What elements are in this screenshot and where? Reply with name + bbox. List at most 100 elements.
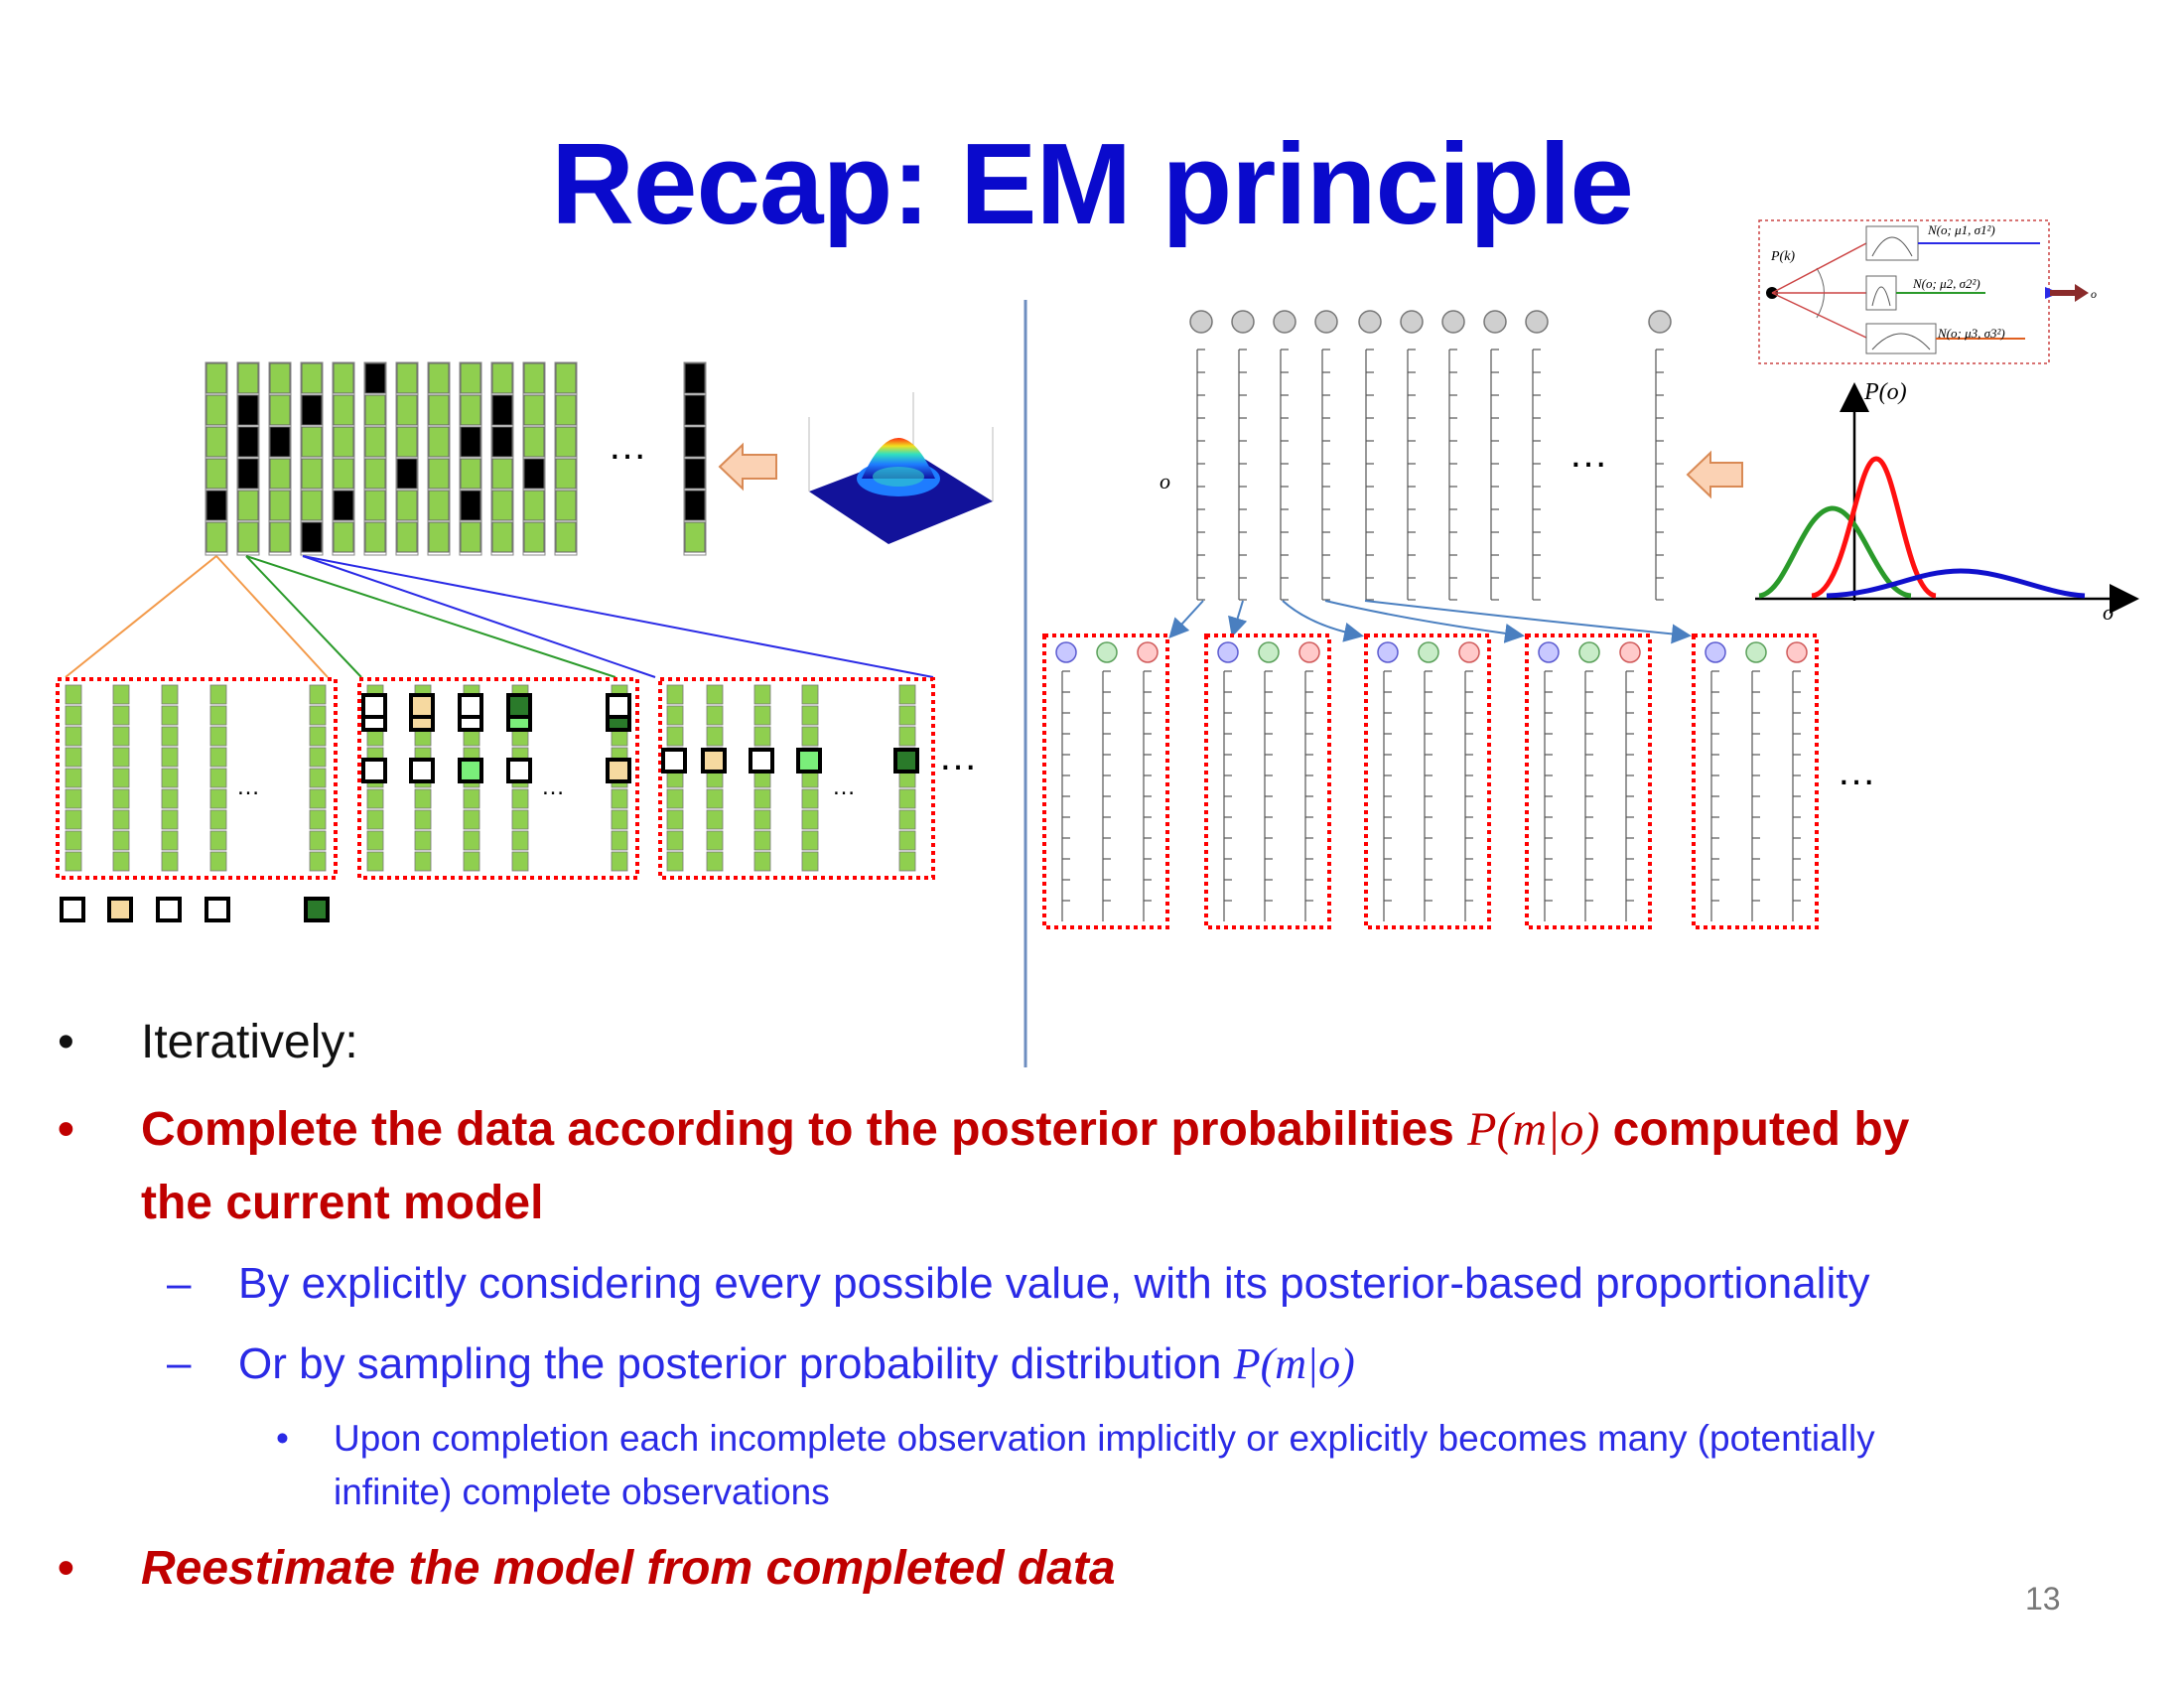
data-cell: [491, 458, 513, 490]
data-cell: [491, 521, 513, 553]
observation-column: [1358, 310, 1382, 601]
data-cell: [428, 490, 450, 521]
imputed-cell: [458, 758, 483, 783]
completed-group: [56, 677, 338, 922]
data-column: [268, 361, 292, 556]
imputed-cell: [796, 748, 822, 774]
data-cell: [65, 705, 82, 726]
data-cell: [396, 521, 418, 553]
data-cell: [523, 490, 545, 521]
data-cell: [523, 394, 545, 426]
latent-node: [1441, 310, 1465, 334]
data-cell: [161, 830, 179, 851]
em-figure: … … … … … o … … P(k) o N(o; μ1, σ1²) N(o…: [56, 219, 2139, 1067]
data-cell: [364, 362, 386, 394]
data-cell: [555, 426, 577, 458]
data-cell: [237, 426, 259, 458]
data-cell: [523, 362, 545, 394]
latent-node: [1273, 310, 1297, 334]
component-node: [1258, 641, 1280, 663]
data-cell: [333, 426, 354, 458]
data-cell: [898, 726, 916, 747]
data-cell: [611, 830, 628, 851]
data-cell: [684, 362, 706, 394]
data-cell: [333, 521, 354, 553]
latent-node: [1314, 310, 1338, 334]
data-cell: [237, 394, 259, 426]
data-column: [490, 361, 514, 556]
data-cell: [801, 684, 819, 705]
imputed-cell: [506, 693, 532, 719]
posterior-group: [1364, 633, 1491, 929]
data-cell: [460, 458, 481, 490]
latent-node: [1231, 310, 1255, 334]
data-cell: [523, 426, 545, 458]
groups-ellipsis-2: …: [541, 774, 565, 800]
completed-group: [658, 677, 935, 880]
data-cell: [366, 830, 384, 851]
posterior-group: [1692, 633, 1819, 929]
groups-ellipsis-4: …: [938, 735, 978, 778]
imputed-cell: [361, 758, 387, 783]
mixture-output-label: o: [2091, 287, 2097, 301]
imputed-cell: [205, 897, 230, 922]
data-column: [554, 361, 578, 556]
group-dashed-box: [56, 677, 338, 880]
page-number: 13: [2025, 1581, 2061, 1617]
data-cell: [898, 830, 916, 851]
data-cell: [364, 521, 386, 553]
split-arrows: [1168, 600, 1692, 644]
imputed-cell: [606, 758, 631, 783]
data-cell: [684, 490, 706, 521]
data-cell: [209, 768, 227, 788]
data-cell: [309, 830, 327, 851]
data-cell: [301, 521, 323, 553]
data-cell: [898, 705, 916, 726]
imputed-cell: [156, 897, 182, 922]
data-cell: [112, 726, 130, 747]
observation-column: [1525, 310, 1549, 601]
imputed-cell: [458, 693, 483, 719]
data-cell: [301, 490, 323, 521]
data-cell: [428, 362, 450, 394]
data-cell: [801, 788, 819, 809]
data-column: [427, 361, 451, 556]
imputed-cell: [361, 693, 387, 719]
data-cell: [112, 788, 130, 809]
data-cell: [205, 394, 227, 426]
data-cell: [460, 490, 481, 521]
data-cell: [898, 684, 916, 705]
data-cell: [666, 851, 684, 872]
data-cell: [269, 521, 291, 553]
data-cell: [205, 490, 227, 521]
imputed-cell: [107, 897, 133, 922]
data-cell: [269, 394, 291, 426]
data-cell: [428, 521, 450, 553]
data-cell: [801, 726, 819, 747]
data-cell: [301, 426, 323, 458]
data-cell: [364, 458, 386, 490]
data-cell: [684, 426, 706, 458]
data-cell: [666, 809, 684, 830]
data-cell: [309, 705, 327, 726]
data-cell: [366, 809, 384, 830]
p-of-o-label: P(o): [1863, 379, 1907, 405]
data-cell: [309, 851, 327, 872]
component-node: [1786, 641, 1808, 663]
data-cell: [706, 809, 724, 830]
data-cell: [898, 809, 916, 830]
data-cell: [555, 394, 577, 426]
data-cell: [112, 747, 130, 768]
data-cell: [237, 490, 259, 521]
latent-node: [1189, 310, 1213, 334]
data-cell: [753, 705, 771, 726]
data-cell: [706, 684, 724, 705]
data-cell: [753, 684, 771, 705]
pk-label: P(k): [1770, 249, 1795, 264]
data-cell: [269, 362, 291, 394]
latent-node: [1358, 310, 1382, 334]
data-column: [522, 361, 546, 556]
data-column: [300, 361, 324, 556]
data-cell: [555, 362, 577, 394]
obs-label: o: [1160, 469, 1170, 493]
